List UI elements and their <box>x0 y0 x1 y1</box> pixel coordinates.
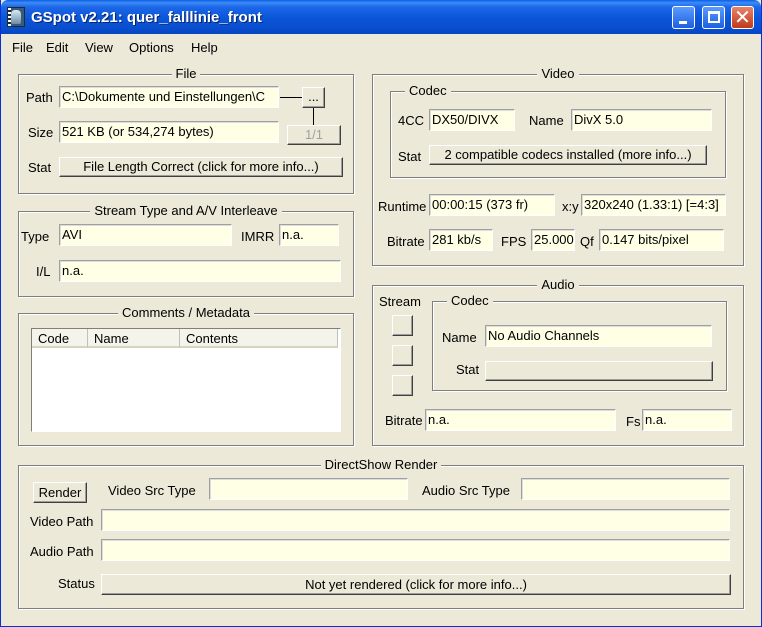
type-field[interactable]: AVI <box>59 224 232 246</box>
column-code[interactable]: Code <box>32 329 88 348</box>
menu-options[interactable]: Options <box>129 40 174 55</box>
size-field[interactable]: 521 KB (or 534,274 bytes) <box>59 121 279 143</box>
fs-field[interactable]: n.a. <box>642 409 732 431</box>
audio-name-label: Name <box>442 330 477 345</box>
qf-field[interactable]: 0.147 bits/pixel <box>599 229 724 251</box>
file-group-title: File <box>171 66 201 81</box>
fps-label: FPS <box>501 234 527 249</box>
audio-group-title: Audio <box>537 277 579 292</box>
video-group-title: Video <box>537 66 579 81</box>
page-counter-button[interactable]: 1/1 <box>287 125 341 145</box>
imrr-label: IMRR <box>241 229 275 244</box>
menu-edit[interactable]: Edit <box>46 40 68 55</box>
type-label: Type <box>21 229 50 244</box>
column-contents[interactable]: Contents <box>180 329 338 348</box>
menu-file[interactable]: File <box>12 40 33 55</box>
render-status-button[interactable]: Not yet rendered (click for more info...… <box>101 574 731 595</box>
audio-src-type-label: Audio Src Type <box>422 483 510 498</box>
comments-list[interactable]: Code Name Contents <box>31 328 341 432</box>
render-status-label: Status <box>58 576 95 591</box>
imrr-field[interactable]: n.a. <box>279 224 339 246</box>
video-bitrate-label: Bitrate <box>387 234 425 249</box>
audio-path-label: Audio Path <box>30 544 94 559</box>
video-stat-label: Stat <box>398 149 422 164</box>
video-bitrate-field[interactable]: 281 kb/s <box>429 229 493 251</box>
menu-bar: File Edit View Options Help <box>1 36 761 58</box>
file-stat-button[interactable]: File Length Correct (click for more info… <box>59 157 343 177</box>
video-stat-button[interactable]: 2 compatible codecs installed (more info… <box>429 145 707 165</box>
comments-group-title: Comments / Metadata <box>118 305 254 320</box>
runtime-label: Runtime <box>378 199 427 214</box>
browse-button[interactable]: ... <box>302 87 325 108</box>
xy-field[interactable]: 320x240 (1.33:1) [=4:3] <box>581 194 726 216</box>
il-label: I/L <box>36 264 51 279</box>
fps-field[interactable]: 25.000 <box>531 229 575 251</box>
title-bar[interactable]: GSpot v2.21: quer_falllinie_front ✕ <box>1 0 761 34</box>
fs-label: Fs <box>626 414 641 429</box>
minimize-icon <box>679 21 687 24</box>
video-path-label: Video Path <box>30 514 94 529</box>
audio-bitrate-field[interactable]: n.a. <box>425 409 616 431</box>
app-icon[interactable] <box>7 7 25 27</box>
audio-stream-3-button[interactable] <box>392 375 413 396</box>
close-icon: ✕ <box>734 5 751 29</box>
xy-label: x:y <box>562 199 579 214</box>
audio-bitrate-label: Bitrate <box>385 413 423 428</box>
menu-help[interactable]: Help <box>191 40 218 55</box>
path-label: Path <box>26 90 53 105</box>
close-button[interactable]: ✕ <box>731 5 754 29</box>
stream-group-title: Stream Type and A/V Interleave <box>90 203 282 218</box>
directshow-group-title: DirectShow Render <box>320 457 442 472</box>
audio-name-field[interactable]: No Audio Channels <box>485 325 712 347</box>
gspot-window: GSpot v2.21: quer_falllinie_front ✕ File… <box>0 0 762 627</box>
fourcc-label: 4CC <box>398 113 425 128</box>
fourcc-field[interactable]: DX50/DIVX <box>429 109 515 131</box>
menu-view[interactable]: View <box>85 40 113 55</box>
column-name[interactable]: Name <box>88 329 180 348</box>
qf-label: Qf <box>580 234 594 249</box>
audio-stat-button[interactable] <box>485 361 713 381</box>
audio-stream-1-button[interactable] <box>392 315 413 336</box>
size-label: Size <box>28 125 54 140</box>
maximize-icon <box>708 11 720 23</box>
video-name-label: Name <box>529 113 564 128</box>
video-path-field[interactable] <box>101 509 730 531</box>
render-button[interactable]: Render <box>33 482 87 503</box>
runtime-field[interactable]: 00:00:15 (373 fr) <box>429 194 555 216</box>
audio-path-field[interactable] <box>101 539 730 561</box>
minimize-button[interactable] <box>672 6 695 29</box>
window-title: GSpot v2.21: quer_falllinie_front <box>31 9 262 26</box>
video-src-type-field[interactable] <box>209 478 408 500</box>
video-name-field[interactable]: DivX 5.0 <box>571 109 712 131</box>
path-field[interactable]: C:\Dokumente und Einstellungen\C <box>59 86 279 108</box>
audio-stat-label: Stat <box>456 362 480 377</box>
video-src-type-label: Video Src Type <box>108 483 196 498</box>
audio-src-type-field[interactable] <box>521 478 730 500</box>
audio-stream-label: Stream <box>379 294 421 309</box>
il-field[interactable]: n.a. <box>59 260 341 282</box>
stat-label: Stat <box>28 160 52 175</box>
audio-stream-2-button[interactable] <box>392 345 413 366</box>
maximize-button[interactable] <box>702 6 725 29</box>
